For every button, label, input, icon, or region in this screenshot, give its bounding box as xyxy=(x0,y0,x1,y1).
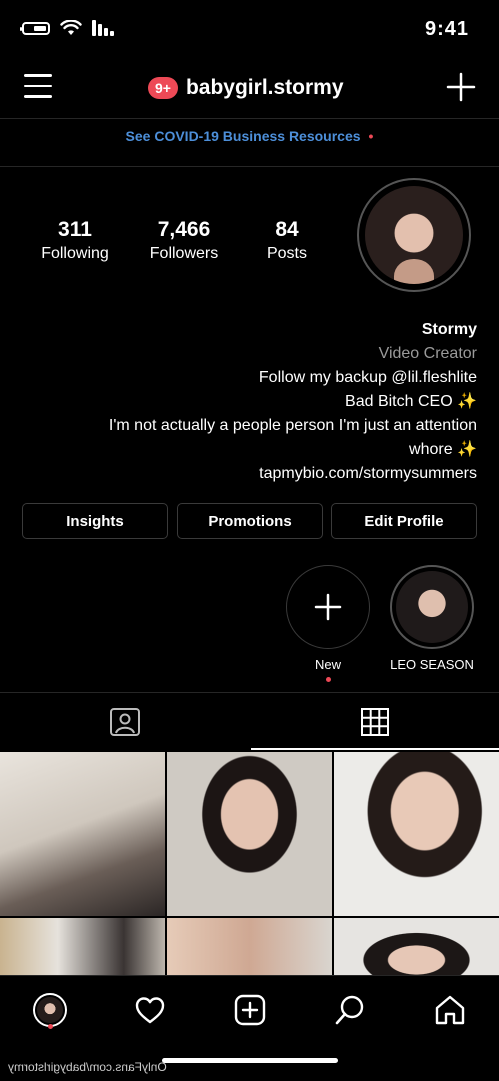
highlight-leo-season[interactable]: LEO SEASON xyxy=(380,565,484,672)
insights-button[interactable]: Insights xyxy=(22,503,168,539)
status-icons xyxy=(20,20,116,36)
profile-bio: Stormy Video Creator Follow my backup @l… xyxy=(20,318,477,486)
edit-profile-button[interactable]: Edit Profile xyxy=(331,503,477,539)
avatar-photo xyxy=(365,186,463,284)
post-thumbnail[interactable] xyxy=(334,918,499,978)
profile-nav-photo xyxy=(37,997,63,1023)
signal-icon xyxy=(92,20,114,36)
highlight-cover xyxy=(390,565,474,649)
menu-icon[interactable] xyxy=(24,74,52,98)
watermark: OnlyFans.com/babygirlstormy xyxy=(8,1060,167,1074)
bio-line: Follow my backup @lil.fleshlite xyxy=(258,369,477,386)
active-tab-indicator xyxy=(251,748,499,750)
home-indicator xyxy=(162,1058,338,1063)
post-thumbnail[interactable] xyxy=(0,918,165,978)
following-count: 311 xyxy=(58,218,92,241)
tagged-icon xyxy=(109,708,140,736)
unread-dot-icon: • xyxy=(368,128,374,144)
covid-banner-link[interactable]: See COVID-19 Business Resources • xyxy=(0,128,499,144)
stat-posts[interactable]: 84 Posts xyxy=(250,218,324,263)
profile-header: 9+ babygirl.stormy xyxy=(0,60,499,118)
account-switcher[interactable]: 9+ babygirl.stormy xyxy=(148,76,344,100)
profile-notification-dot xyxy=(48,1024,53,1029)
highlight-label: New xyxy=(314,657,341,672)
followers-label: Followers xyxy=(149,245,219,262)
search-icon xyxy=(335,995,364,1025)
highlight-new[interactable]: New xyxy=(276,565,380,682)
grid-icon xyxy=(360,708,389,736)
tab-tagged[interactable] xyxy=(0,693,249,751)
nav-search[interactable] xyxy=(328,988,372,1032)
followers-count: 7,466 xyxy=(157,218,211,241)
home-icon xyxy=(435,995,465,1025)
notification-badge: 9+ xyxy=(148,77,178,99)
posts-label: Posts xyxy=(266,245,307,262)
username: babygirl.stormy xyxy=(185,76,344,99)
posts-count: 84 xyxy=(275,218,299,241)
post-thumbnail[interactable] xyxy=(0,752,165,916)
profile-tabs xyxy=(0,692,499,751)
status-time: 9:41 xyxy=(424,18,469,40)
category-label: Video Creator xyxy=(378,345,477,362)
plus-icon xyxy=(314,593,342,621)
display-name: Stormy xyxy=(421,321,477,338)
covid-banner-text: See COVID-19 Business Resources xyxy=(125,128,361,144)
battery-icon xyxy=(20,21,50,35)
new-highlight-circle xyxy=(286,565,370,649)
create-plus-icon[interactable] xyxy=(446,72,476,102)
bio-link[interactable]: tapmybio.com/stormysummers xyxy=(20,462,477,486)
nav-activity[interactable] xyxy=(128,988,172,1032)
bio-line: Bad Bitch CEO ✨ xyxy=(345,393,477,410)
stat-following[interactable]: 311 Following xyxy=(26,218,124,263)
divider xyxy=(0,166,499,167)
status-bar: 9:41 xyxy=(0,0,499,60)
new-dot-icon xyxy=(325,677,331,682)
heart-icon xyxy=(135,997,165,1024)
following-label: Following xyxy=(41,245,109,262)
nav-new-post[interactable] xyxy=(228,988,272,1032)
promotions-button[interactable]: Promotions xyxy=(177,503,323,539)
wifi-icon xyxy=(60,20,82,35)
bio-line: I'm not actually a people person I'm jus… xyxy=(108,417,477,434)
post-thumbnail[interactable] xyxy=(334,752,499,916)
nav-home[interactable] xyxy=(428,988,472,1032)
bio-line: whore ✨ xyxy=(409,441,477,458)
stat-followers[interactable]: 7,466 Followers xyxy=(134,218,234,263)
profile-avatar[interactable] xyxy=(357,178,471,292)
profile-nav-avatar xyxy=(33,993,67,1027)
tab-grid[interactable] xyxy=(250,693,499,751)
highlight-photo xyxy=(396,571,468,643)
post-thumbnail[interactable] xyxy=(167,918,332,978)
highlight-label: LEO SEASON xyxy=(390,657,474,672)
new-post-icon xyxy=(234,994,266,1026)
post-thumbnail[interactable] xyxy=(167,752,332,916)
divider xyxy=(0,118,499,119)
